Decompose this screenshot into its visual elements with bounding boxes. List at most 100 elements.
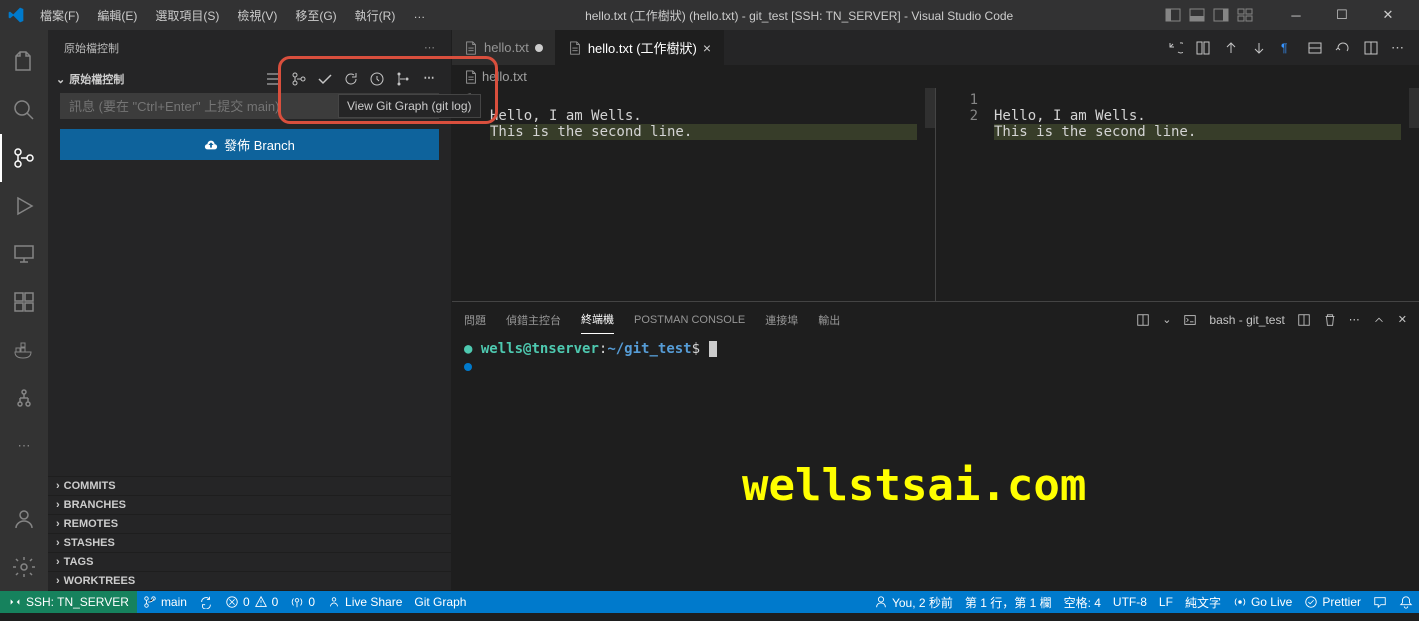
ports-indicator[interactable]: 0 xyxy=(284,595,321,609)
toggle-inline-icon[interactable] xyxy=(1307,40,1323,56)
problems-indicator[interactable]: 0 0 xyxy=(219,595,284,609)
terminal[interactable]: ● wells@tnserver:~/git_test$ wellstsai.c… xyxy=(452,337,1419,591)
remote-explorer-icon[interactable] xyxy=(0,230,48,278)
prettier[interactable]: Prettier xyxy=(1298,595,1367,609)
notifications-icon[interactable] xyxy=(1393,595,1419,609)
chevron-right-icon: › xyxy=(56,518,60,530)
indentation[interactable]: 空格: 4 xyxy=(1058,594,1107,611)
terminal-label[interactable]: bash - git_test xyxy=(1209,313,1284,327)
settings-gear-icon[interactable] xyxy=(0,543,48,591)
tree-view-icon[interactable] xyxy=(265,71,281,87)
split-terminal-icon[interactable] xyxy=(1136,313,1150,327)
run-debug-icon[interactable] xyxy=(0,182,48,230)
commit-check-icon[interactable] xyxy=(317,71,333,87)
tab-hello-working-tree[interactable]: hello.txt (工作樹狀) × xyxy=(556,30,724,65)
search-icon[interactable] xyxy=(0,86,48,134)
branch-indicator[interactable]: main xyxy=(137,595,193,609)
history-icon[interactable] xyxy=(369,71,385,87)
sidebar-more-icon[interactable]: ⋯ xyxy=(424,41,435,54)
editor-area: hello.txt hello.txt (工作樹狀) × ¶ ⋯ xyxy=(452,30,1419,591)
next-change-icon[interactable] xyxy=(1251,40,1267,56)
new-terminal-icon[interactable] xyxy=(1297,313,1311,327)
split-editor-icon[interactable] xyxy=(1363,40,1379,56)
editor-more-icon[interactable]: ⋯ xyxy=(1391,40,1407,56)
layout-panel-bottom-icon[interactable] xyxy=(1189,7,1205,23)
gitlens-icon[interactable] xyxy=(0,374,48,422)
account-icon[interactable] xyxy=(0,495,48,543)
go-back-icon[interactable] xyxy=(1167,40,1183,56)
eol[interactable]: LF xyxy=(1153,595,1179,609)
layout-customize-icon[interactable] xyxy=(1237,7,1253,23)
chevron-down-icon[interactable]: ⌄ xyxy=(56,73,65,86)
breadcrumb[interactable]: hello.txt xyxy=(452,65,1419,88)
remote-indicator[interactable]: SSH: TN_SERVER xyxy=(0,591,137,613)
menu-file[interactable]: 檔案(F) xyxy=(32,3,87,28)
trash-icon[interactable] xyxy=(1323,313,1337,327)
chevron-down-icon[interactable]: ⌄ xyxy=(1162,313,1171,326)
docker-icon[interactable] xyxy=(0,326,48,374)
menu-go[interactable]: 移至(G) xyxy=(287,3,344,28)
panel-tab-terminal[interactable]: 終端機 xyxy=(581,305,614,334)
close-panel-icon[interactable]: ✕ xyxy=(1398,313,1407,326)
feedback-icon[interactable] xyxy=(1367,595,1393,609)
code-right[interactable]: Hello, I am Wells.This is the second lin… xyxy=(986,88,1409,301)
bottom-panel: 問題 偵錯主控台 終端機 POSTMAN CONSOLE 連接埠 輸出 ⌄ ba… xyxy=(452,301,1419,591)
minimap-left[interactable] xyxy=(925,88,935,301)
scm-more-icon[interactable]: ⋯ xyxy=(421,71,437,87)
menu-edit[interactable]: 編輯(E) xyxy=(89,3,145,28)
menu-view[interactable]: 檢視(V) xyxy=(229,3,285,28)
maximize-panel-icon[interactable] xyxy=(1372,313,1386,327)
refresh-icon[interactable] xyxy=(343,71,359,87)
git-graph-icon[interactable] xyxy=(395,71,411,87)
worktrees-section[interactable]: ›WORKTREES xyxy=(48,572,451,591)
liveshare-indicator[interactable]: Live Share xyxy=(321,595,408,609)
branch-create-icon[interactable] xyxy=(291,71,307,87)
cursor-position[interactable]: 第 1 行，第 1 欄 xyxy=(959,594,1058,611)
open-changes-icon[interactable] xyxy=(1195,40,1211,56)
minimap-right[interactable] xyxy=(1409,88,1419,301)
remotes-section[interactable]: ›REMOTES xyxy=(48,515,451,534)
minimize-button[interactable]: ─ xyxy=(1273,0,1319,30)
stashes-section[interactable]: ›STASHES xyxy=(48,534,451,553)
panel-tab-debug[interactable]: 偵錯主控台 xyxy=(506,306,561,334)
language-mode[interactable]: 純文字 xyxy=(1179,594,1227,611)
tags-section[interactable]: ›TAGS xyxy=(48,553,451,572)
panel-tab-ports[interactable]: 連接埠 xyxy=(765,306,798,334)
branches-section[interactable]: ›BRANCHES xyxy=(48,496,451,515)
panel-tab-problems[interactable]: 問題 xyxy=(464,306,486,334)
diff-editor[interactable]: 1 Hello, I am Wells.This is the second l… xyxy=(452,88,1419,301)
publish-branch-button[interactable]: 發佈 Branch xyxy=(60,129,439,160)
code-left[interactable]: Hello, I am Wells.This is the second lin… xyxy=(482,88,925,301)
window-title: hello.txt (工作樹狀) (hello.txt) - git_test … xyxy=(433,7,1165,24)
terminal-profile-icon[interactable] xyxy=(1183,313,1197,327)
maximize-button[interactable]: ☐ xyxy=(1319,0,1365,30)
panel-more-icon[interactable]: ⋯ xyxy=(1349,313,1360,326)
sync-indicator[interactable] xyxy=(193,595,219,609)
prev-change-icon[interactable] xyxy=(1223,40,1239,56)
chevron-right-icon: › xyxy=(56,537,60,549)
golive[interactable]: Go Live xyxy=(1227,595,1298,609)
menu-more[interactable]: … xyxy=(405,3,433,28)
panel-tab-output[interactable]: 輸出 xyxy=(818,306,840,334)
blame-indicator[interactable]: You, 2 秒前 xyxy=(868,594,959,611)
gitgraph-indicator[interactable]: Git Graph xyxy=(408,595,472,609)
close-button[interactable]: ✕ xyxy=(1365,0,1411,30)
extensions-icon[interactable] xyxy=(0,278,48,326)
layout-panel-left-icon[interactable] xyxy=(1165,7,1181,23)
modified-indicator-icon xyxy=(535,44,543,52)
tab-hello[interactable]: hello.txt xyxy=(452,30,556,65)
explorer-icon[interactable] xyxy=(0,38,48,86)
panel-tab-postman[interactable]: POSTMAN CONSOLE xyxy=(634,308,745,332)
menu-run[interactable]: 執行(R) xyxy=(347,3,404,28)
encoding[interactable]: UTF-8 xyxy=(1107,595,1153,609)
more-views-icon[interactable]: ⋯ xyxy=(0,422,48,470)
svg-text:¶: ¶ xyxy=(1281,41,1287,55)
whitespace-toggle-icon[interactable]: ¶ xyxy=(1279,40,1295,56)
close-tab-icon[interactable]: × xyxy=(703,40,711,56)
terminal-cursor xyxy=(709,341,717,357)
revert-icon[interactable] xyxy=(1335,40,1351,56)
layout-panel-right-icon[interactable] xyxy=(1213,7,1229,23)
source-control-icon[interactable] xyxy=(0,134,48,182)
commits-section[interactable]: ›COMMITS xyxy=(48,477,451,496)
menu-selection[interactable]: 選取項目(S) xyxy=(147,3,227,28)
